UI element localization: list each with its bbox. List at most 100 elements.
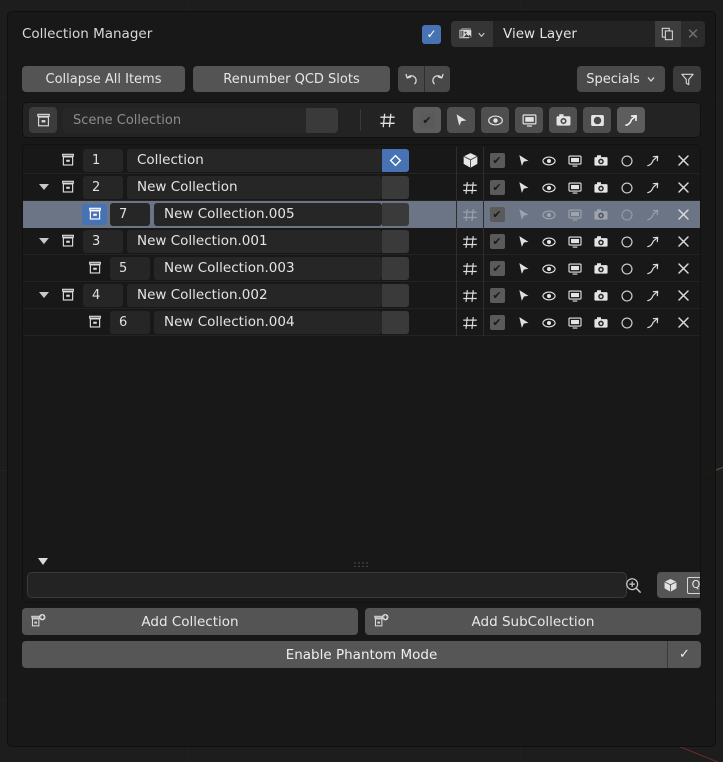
collection-name-field[interactable]: New Collection.003 (154, 256, 382, 280)
checkbox-toggle[interactable]: ✔ (484, 228, 510, 255)
holdout-toggle[interactable] (614, 255, 640, 282)
monitor-toggle[interactable] (562, 174, 588, 201)
table-row[interactable]: 5 New Collection.003 ✔ (23, 255, 700, 282)
qcd-slot-icon[interactable] (457, 255, 483, 282)
eye-toggle[interactable] (536, 255, 562, 282)
hide-viewport-toggle[interactable] (481, 107, 509, 133)
holdout-toggle[interactable] (614, 174, 640, 201)
view-layer-name-field[interactable]: View Layer (493, 21, 655, 47)
monitor-toggle[interactable] (562, 228, 588, 255)
qcd-slot-number[interactable]: 7 (110, 202, 150, 226)
collection-tree[interactable]: 1 Collection ✔ 2 New Collection ✔ 7 New Collect… (22, 144, 701, 603)
qcd-slot-icon[interactable] (457, 201, 483, 228)
qcd-slot-number[interactable]: 4 (83, 283, 123, 307)
camera-toggle[interactable] (588, 282, 614, 309)
qcd-slot-swatch[interactable] (382, 148, 409, 172)
exclude-toggle[interactable]: ✔ (413, 107, 441, 133)
collection-icon[interactable] (82, 312, 107, 333)
expand-toggle[interactable] (33, 238, 55, 244)
collection-name-field[interactable]: New Collection.005 (154, 202, 382, 226)
selectable-toggle[interactable] (447, 107, 475, 133)
eye-toggle[interactable] (536, 228, 562, 255)
camera-toggle[interactable] (588, 255, 614, 282)
collapse-all-items-button[interactable]: Collapse All Items (22, 66, 185, 92)
eye-toggle[interactable] (536, 309, 562, 336)
remove-collection-button[interactable] (666, 201, 700, 228)
table-row[interactable]: 7 New Collection.005 ✔ (23, 201, 700, 228)
indirect-toggle[interactable] (640, 201, 666, 228)
holdout-toggle[interactable] (614, 282, 640, 309)
copy-icon[interactable] (655, 21, 681, 47)
renumber-qcd-slots-button[interactable]: Renumber QCD Slots (193, 66, 390, 92)
eye-toggle[interactable] (536, 282, 562, 309)
collection-name-field[interactable]: New Collection (127, 175, 382, 199)
remove-collection-button[interactable] (666, 255, 700, 282)
qcd-slot-swatch[interactable] (382, 310, 409, 334)
qcd-slot-icon[interactable] (457, 228, 483, 255)
checkbox-toggle[interactable]: ✔ (484, 147, 510, 174)
qcd-slot-number[interactable]: 6 (110, 310, 150, 334)
object-cube-icon[interactable] (657, 572, 683, 598)
holdout-toggle[interactable] (583, 107, 611, 133)
qcd-slot-icon[interactable] (457, 174, 483, 201)
enable-phantom-mode-button[interactable]: Enable Phantom Mode ✓ (22, 641, 701, 668)
expand-toggle[interactable] (33, 292, 55, 298)
cursor-toggle[interactable] (510, 255, 536, 282)
camera-toggle[interactable] (588, 174, 614, 201)
add-collection-button[interactable]: Add Collection (22, 608, 358, 635)
holdout-toggle[interactable] (614, 201, 640, 228)
collection-name-field[interactable]: New Collection.001 (127, 229, 382, 253)
collection-icon[interactable] (82, 258, 107, 279)
collection-icon[interactable] (82, 203, 107, 225)
checkbox-toggle[interactable]: ✔ (484, 201, 510, 228)
table-row[interactable]: 6 New Collection.004 ✔ (23, 309, 700, 336)
enable-checkbox[interactable]: ✓ (422, 24, 441, 44)
collection-name-field[interactable]: Collection (127, 148, 382, 172)
render-layers-icon[interactable] (451, 21, 493, 47)
qcd-slot-swatch[interactable] (382, 256, 409, 280)
cursor-toggle[interactable] (510, 282, 536, 309)
filter-icon[interactable] (673, 66, 701, 92)
checkbox-toggle[interactable]: ✔ (484, 309, 510, 336)
specials-dropdown[interactable]: Specials (577, 66, 665, 92)
scene-collection-name[interactable]: Scene Collection (63, 107, 310, 133)
checkbox-toggle[interactable]: ✔ (484, 174, 510, 201)
monitor-toggle[interactable] (562, 309, 588, 336)
monitor-toggle[interactable] (562, 282, 588, 309)
indirect-toggle[interactable] (640, 174, 666, 201)
indirect-only-toggle[interactable] (617, 107, 645, 133)
table-row[interactable]: 4 New Collection.002 ✔ (23, 282, 700, 309)
holdout-toggle[interactable] (614, 147, 640, 174)
collection-icon[interactable] (55, 231, 80, 252)
indirect-toggle[interactable] (640, 228, 666, 255)
collection-icon[interactable] (55, 285, 80, 306)
qcd-slot-icon[interactable] (373, 111, 401, 130)
eye-toggle[interactable] (536, 201, 562, 228)
collection-icon[interactable] (55, 150, 80, 171)
qcd-slot-number[interactable]: 3 (83, 229, 123, 253)
resize-grip-icon[interactable]: :::: (353, 560, 369, 570)
cursor-toggle[interactable] (510, 228, 536, 255)
cursor-toggle[interactable] (510, 309, 536, 336)
checkbox-toggle[interactable]: ✔ (484, 255, 510, 282)
disable-viewport-toggle[interactable] (515, 107, 543, 133)
disable-render-toggle[interactable] (549, 107, 577, 133)
holdout-toggle[interactable] (614, 309, 640, 336)
qcd-slot-swatch[interactable] (382, 175, 409, 199)
table-row[interactable]: 2 New Collection ✔ (23, 174, 700, 201)
qcd-slot-number[interactable]: 1 (83, 148, 123, 172)
collection-icon[interactable] (55, 177, 80, 198)
qcd-q-button[interactable]: Q (683, 572, 700, 598)
camera-toggle[interactable] (588, 228, 614, 255)
monitor-toggle[interactable] (562, 147, 588, 174)
remove-collection-button[interactable] (666, 147, 700, 174)
redo-icon[interactable] (424, 66, 450, 92)
undo-icon[interactable] (398, 66, 424, 92)
qcd-slot-icon[interactable] (457, 282, 483, 309)
holdout-toggle[interactable] (614, 228, 640, 255)
object-cube-icon[interactable] (457, 147, 483, 174)
qcd-slot-number[interactable]: 5 (110, 256, 150, 280)
remove-collection-button[interactable] (666, 228, 700, 255)
indirect-toggle[interactable] (640, 255, 666, 282)
table-row[interactable]: 3 New Collection.001 ✔ (23, 228, 700, 255)
